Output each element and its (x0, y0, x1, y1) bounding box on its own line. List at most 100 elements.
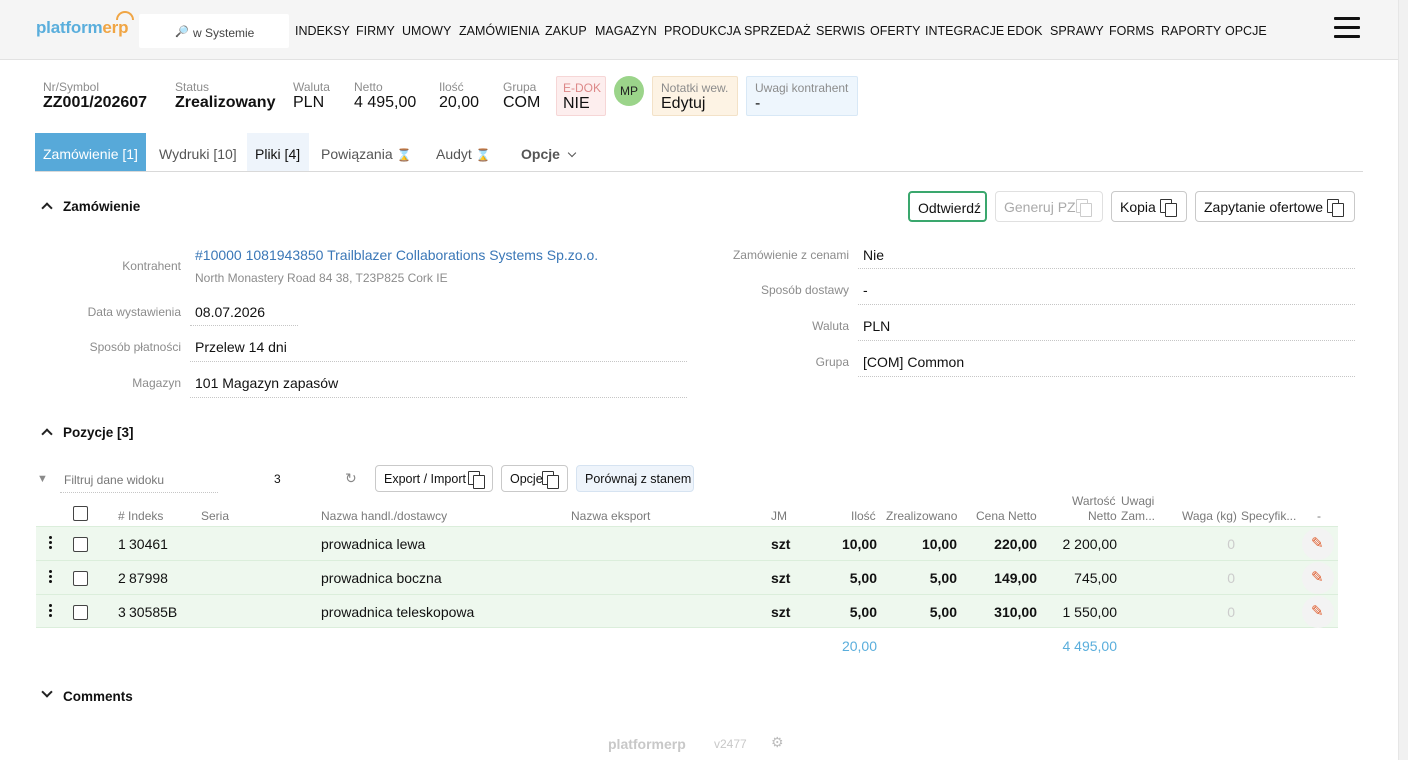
col-net-value-2[interactable]: Netto (1088, 509, 1117, 523)
table-row[interactable]: 2 87998 prowadnica boczna szt 5,00 5,00 … (36, 560, 1338, 594)
refresh-icon[interactable]: ↻ (345, 470, 357, 487)
col-remarks-2[interactable]: Zam... (1121, 509, 1155, 523)
collapse-chevron-icon[interactable] (41, 202, 53, 214)
col-net-price[interactable]: Cena Netto (976, 509, 1037, 523)
col-index[interactable]: # Indeks (118, 509, 163, 523)
table-row[interactable]: 3 30585B prowadnica teleskopowa szt 5,00… (36, 594, 1338, 628)
positions-options-button[interactable]: Opcje (501, 465, 568, 492)
col-realized[interactable]: Zrealizowano (886, 509, 957, 523)
col-remarks-1[interactable]: Uwagi (1121, 494, 1154, 508)
field-underline (858, 304, 1355, 305)
row-edit-button[interactable]: ✎ (1302, 596, 1334, 628)
bug-icon[interactable]: ⚙ (771, 734, 784, 751)
warehouse-label: Magazyn (132, 376, 181, 390)
row-index-link[interactable]: 87998 (129, 570, 168, 586)
nav-item-firmy[interactable]: FIRMY (356, 24, 395, 38)
tab-audit[interactable]: Audyt ⌛ (428, 133, 499, 171)
nav-item-raporty[interactable]: RAPORTY (1161, 24, 1221, 38)
inquiry-button[interactable]: Zapytanie ofertowe (1195, 191, 1355, 222)
row-menu-icon[interactable] (49, 536, 52, 551)
compare-stock-button[interactable]: Porównaj z stanem (576, 465, 694, 492)
contractor-label: Kontrahent (122, 259, 181, 273)
row-checkbox[interactable] (73, 571, 88, 586)
page-scrollbar[interactable] (1398, 0, 1408, 760)
nav-item-zamowienia[interactable]: ZAMÓWIENIA (459, 24, 540, 38)
contractor-remarks-box[interactable]: Uwagi kontrahent - (746, 76, 858, 116)
row-qty: 10,00 (841, 536, 877, 552)
col-qty[interactable]: Ilość (851, 509, 876, 523)
generate-pz-button[interactable]: Generuj PZ (995, 191, 1103, 222)
top-navigation-bar: platformerp 🔎 w Systemie INDEKSY FIRMY UM… (0, 0, 1398, 60)
row-checkbox[interactable] (73, 605, 88, 620)
row-menu-icon[interactable] (49, 604, 52, 619)
avatar[interactable]: MP (614, 76, 644, 106)
select-all-checkbox[interactable] (73, 506, 88, 521)
nav-item-produkcja[interactable]: PRODUKCJA (664, 24, 741, 38)
col-series[interactable]: Seria (201, 509, 229, 523)
nav-item-integracje[interactable]: INTEGRACJE (925, 24, 1004, 38)
nav-item-magazyn[interactable]: MAGAZYN (595, 24, 657, 38)
pencil-icon: ✎ (1311, 603, 1324, 620)
tab-relations[interactable]: Powiązania ⌛ (313, 133, 419, 171)
nav-item-umowy[interactable]: UMOWY (402, 24, 451, 38)
search-input[interactable]: 🔎 w Systemie (139, 14, 289, 48)
contractor-link[interactable]: #10000 1081943850 Trailblazer Collaborat… (195, 247, 598, 263)
col-spec[interactable]: Specyfik... (1241, 509, 1296, 523)
row-menu-icon[interactable] (49, 570, 52, 585)
notes-edit-link[interactable]: Edytuj (661, 95, 705, 113)
net-label: Netto (354, 80, 383, 94)
tab-order[interactable]: Zamówienie [1] (35, 133, 146, 171)
nav-item-sprawy[interactable]: SPRAWY (1050, 24, 1104, 38)
status-label: Status (175, 80, 210, 94)
tab-options[interactable]: Opcje (513, 133, 583, 171)
nav-item-serwis[interactable]: SERWIS (816, 24, 865, 38)
col-weight[interactable]: Waga (kg) (1182, 509, 1237, 523)
nav-item-edok[interactable]: EDOK (1007, 24, 1042, 38)
col-net-value-1[interactable]: Wartość (1072, 494, 1116, 508)
table-row[interactable]: 1 30461 prowadnica lewa szt 10,00 10,00 … (36, 526, 1338, 560)
row-weight: 0 (1227, 536, 1235, 552)
tab-audit-label: Audyt (436, 146, 472, 162)
row-index-link[interactable]: 30585B (129, 604, 177, 620)
delivery-field[interactable]: - (863, 282, 868, 298)
nav-item-indeksy[interactable]: INDEKSY (295, 24, 350, 38)
edok-box[interactable]: E-DOK NIE (556, 76, 606, 116)
issue-date-field[interactable]: 08.07.2026 (195, 304, 265, 320)
notes-box[interactable]: Notatki wew. Edytuj (652, 76, 738, 116)
row-unit: szt (771, 536, 791, 552)
expand-chevron-icon[interactable] (41, 686, 53, 698)
export-import-button[interactable]: Export / Import (375, 465, 493, 492)
collapse-chevron-icon[interactable] (41, 428, 53, 440)
hamburger-menu-icon[interactable] (1334, 17, 1360, 39)
nav-item-opcje[interactable]: OPCJE (1225, 24, 1267, 38)
confirm-button[interactable]: Odtwierdź (908, 191, 987, 222)
col-unit[interactable]: JM (771, 509, 787, 523)
tab-files[interactable]: Pliki [4] (247, 133, 309, 171)
payment-field[interactable]: Przelew 14 dni (195, 339, 287, 355)
copy-icon (473, 475, 485, 489)
tab-prints[interactable]: Wydruki [10] (151, 133, 245, 171)
nav-item-sprzedaz[interactable]: SPRZEDAŻ (744, 24, 811, 38)
copy-icon (1332, 203, 1344, 217)
order-group-field[interactable]: [COM] Common (863, 354, 964, 370)
positions-section-title: Pozycje [3] (63, 425, 134, 440)
row-edit-button[interactable]: ✎ (1302, 528, 1334, 560)
filter-input[interactable]: Filtruj dane widoku (64, 473, 164, 487)
row-realized: 5,00 (929, 570, 957, 586)
row-checkbox[interactable] (73, 537, 88, 552)
copy-button[interactable]: Kopia (1111, 191, 1187, 222)
order-currency-label: Waluta (812, 319, 849, 333)
warehouse-field[interactable]: 101 Magazyn zapasów (195, 375, 338, 391)
col-trade-name[interactable]: Nazwa handl./dostawcy (321, 509, 447, 523)
nav-item-forms[interactable]: FORMS (1109, 24, 1154, 38)
with-prices-field[interactable]: Nie (863, 247, 884, 263)
nav-item-zakup[interactable]: ZAKUP (545, 24, 587, 38)
row-number: 1 (118, 536, 126, 552)
nav-item-oferty[interactable]: OFERTY (870, 24, 920, 38)
app-logo[interactable]: platformerp (36, 11, 134, 38)
row-index-link[interactable]: 30461 (129, 536, 168, 552)
col-export-name[interactable]: Nazwa eksport (571, 509, 650, 523)
group-value: COM (503, 94, 541, 111)
row-edit-button[interactable]: ✎ (1302, 562, 1334, 594)
order-currency-field[interactable]: PLN (863, 318, 890, 334)
